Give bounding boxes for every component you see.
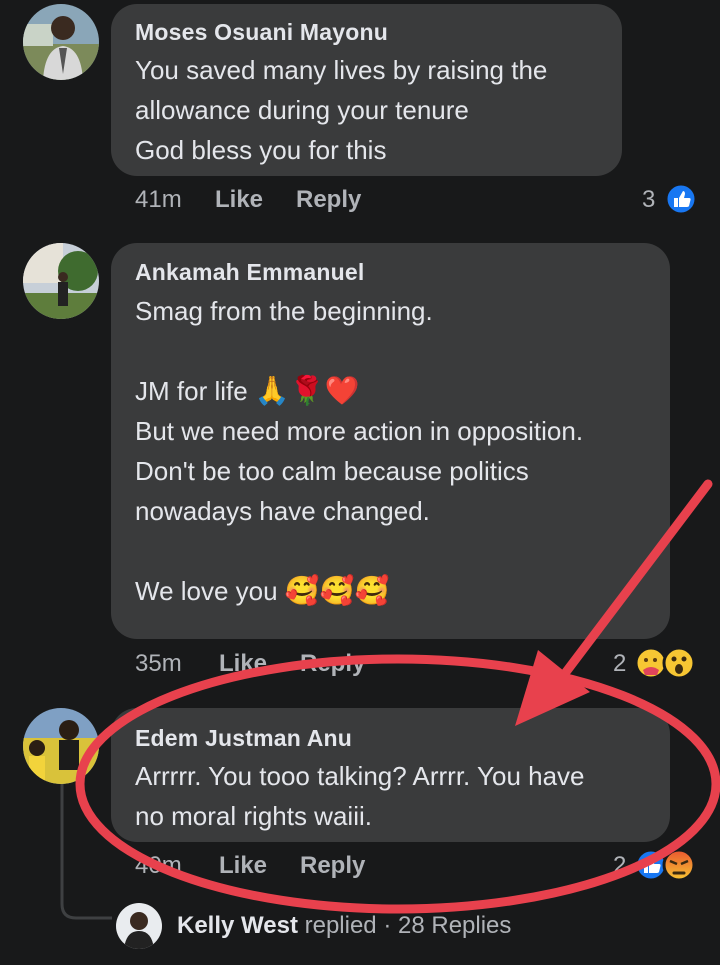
comment-time[interactable]: 35m (135, 650, 182, 678)
comment-line: You saved many lives by raising the (135, 55, 548, 85)
comment-author[interactable]: Edem Justman Anu (135, 725, 352, 752)
reply-count[interactable]: 28 Replies (398, 912, 511, 939)
reaction-count[interactable]: 3 (642, 186, 655, 214)
comment-actions: 35m Like Reply (135, 650, 435, 680)
comment-line: JM for life 🙏🌹❤️ (135, 371, 583, 411)
comment-line: Smag from the beginning. (135, 296, 433, 326)
comment-time[interactable]: 41m (135, 186, 182, 214)
like-button[interactable]: Like (219, 650, 267, 678)
comment-line: allowance during your tenure (135, 95, 469, 125)
comment-line: no moral rights waiii. (135, 801, 372, 831)
avatar-moses[interactable] (23, 4, 99, 80)
avatar-ankamah[interactable] (23, 243, 99, 319)
comment-line: nowadays have changed. (135, 496, 430, 526)
comment-actions: 41m Like Reply (135, 186, 435, 216)
like-button[interactable]: Like (219, 852, 267, 880)
comment-line: We love you 🥰🥰🥰 (135, 571, 583, 611)
like-reaction-icon[interactable] (664, 182, 698, 216)
comment-text: Arrrrr. You tooo talking? Arrrr. You hav… (135, 756, 585, 836)
comment-line: God bless you for this (135, 135, 387, 165)
comment-line (135, 531, 583, 571)
reaction-count[interactable]: 2 (613, 852, 626, 880)
avatar-kelly[interactable] (116, 903, 162, 949)
reply-button[interactable]: Reply (296, 186, 361, 214)
comment-line-text: We love you (135, 576, 278, 606)
like-button[interactable]: Like (215, 186, 263, 214)
comment-author[interactable]: Moses Osuani Mayonu (135, 19, 388, 46)
reaction-count[interactable]: 2 (613, 650, 626, 678)
comment-line: Arrrrr. You tooo talking? Arrrr. You hav… (135, 761, 585, 791)
reply-button[interactable]: Reply (300, 852, 365, 880)
comment-line (135, 331, 583, 371)
reply-author[interactable]: Kelly West (177, 912, 298, 939)
emoji-sequence: 🥰🥰🥰 (284, 575, 390, 606)
comment-text: Smag from the beginning. JM for life 🙏🌹❤… (135, 291, 583, 611)
angry-reaction-icon[interactable] (662, 848, 696, 882)
emoji-sequence: 🙏🌹❤️ (254, 375, 360, 406)
reply-separator: · (383, 912, 392, 939)
reply-summary-text[interactable]: Kelly West replied · 28 Replies (177, 912, 511, 940)
comment-line: Don't be too calm because politics (135, 456, 529, 486)
reply-button[interactable]: Reply (300, 650, 365, 678)
avatar-edem[interactable] (23, 708, 99, 784)
comment-line: But we need more action in opposition. (135, 416, 584, 446)
reply-verb: replied (304, 912, 377, 939)
comment-text: You saved many lives by raising the allo… (135, 50, 547, 170)
comment-author[interactable]: Ankamah Emmanuel (135, 259, 364, 286)
comment-time[interactable]: 40m (135, 852, 182, 880)
wow-reaction-icon[interactable] (662, 646, 696, 680)
comment-actions: 40m Like Reply (135, 852, 435, 882)
comment-line-text: JM for life (135, 376, 248, 406)
